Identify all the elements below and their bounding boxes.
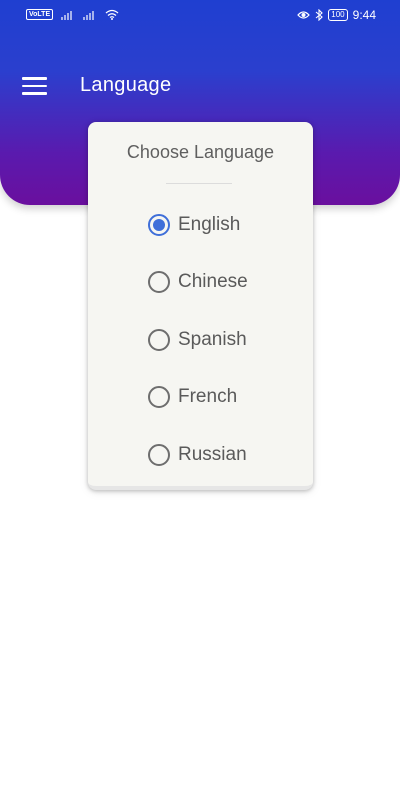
- bluetooth-icon: [315, 9, 324, 21]
- radio-button[interactable]: [148, 386, 170, 408]
- language-option-chinese[interactable]: Chinese: [148, 267, 248, 297]
- dialog-divider: [166, 183, 232, 184]
- language-option-spanish[interactable]: Spanish: [148, 325, 247, 355]
- option-label: Russian: [178, 444, 247, 465]
- signal-icon-2: [83, 10, 95, 20]
- page-title: Language: [80, 74, 172, 96]
- status-bar-left: VoLTE: [26, 9, 119, 20]
- language-option-english[interactable]: English: [148, 210, 240, 240]
- language-option-french[interactable]: French: [148, 382, 237, 412]
- radio-button[interactable]: [148, 271, 170, 293]
- screen: VoLTE 100 9:44 Language Choose Language …: [0, 0, 400, 800]
- battery-icon: 100: [328, 9, 348, 21]
- eye-icon: [297, 11, 311, 19]
- wifi-icon: [105, 9, 119, 20]
- dialog-title: Choose Language: [126, 142, 275, 162]
- status-bar-right: 100 9:44: [297, 8, 376, 22]
- hamburger-menu-icon[interactable]: [22, 77, 48, 99]
- status-time: 9:44: [352, 8, 376, 22]
- option-label: Spanish: [178, 329, 247, 350]
- volte-badge: VoLTE: [26, 9, 54, 20]
- option-label: Chinese: [178, 271, 248, 292]
- radio-button[interactable]: [148, 444, 170, 466]
- language-option-russian[interactable]: Russian: [148, 440, 247, 470]
- app-bar: Language: [0, 60, 400, 116]
- radio-button[interactable]: [148, 329, 170, 351]
- radio-button[interactable]: [148, 214, 170, 236]
- status-bar: VoLTE 100 9:44: [0, 0, 400, 32]
- option-label: English: [178, 214, 241, 235]
- option-label: French: [178, 386, 238, 407]
- language-dialog: Choose Language English Chinese Spanish …: [88, 122, 313, 490]
- signal-icon: [61, 10, 73, 20]
